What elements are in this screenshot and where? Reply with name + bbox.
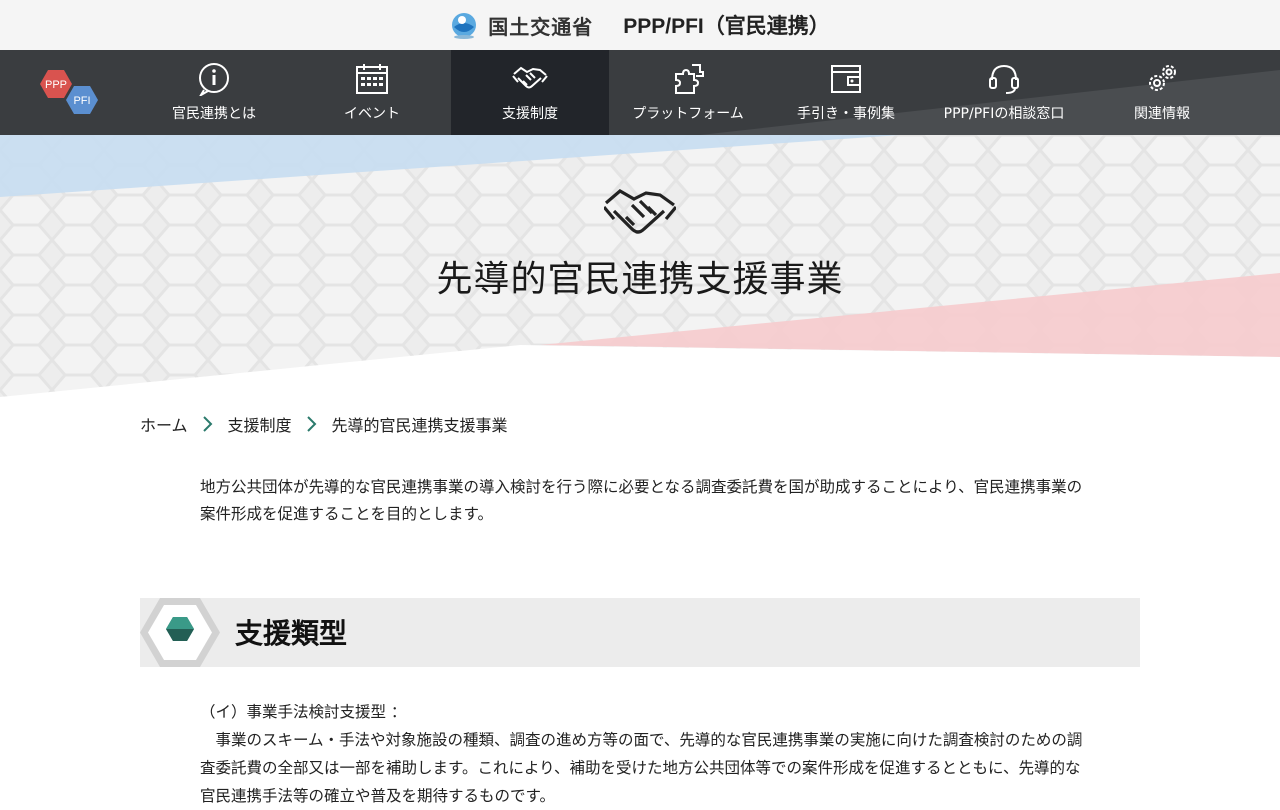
- ministry-brand[interactable]: 国土交通省 PPP/PFI（官民連携）: [450, 10, 830, 40]
- nav-label: 手引き・事例集: [797, 106, 895, 122]
- chevron-right-icon: [188, 413, 228, 435]
- chevron-right-icon: [292, 413, 332, 435]
- puzzle-icon: [675, 64, 704, 94]
- nav-item-support[interactable]: 支援制度: [451, 50, 609, 135]
- nav-label: PPP/PFIの相談窓口: [943, 106, 1065, 122]
- support-type-description: （イ）事業手法検討支援型 ： 事業のスキーム・手法や対象施設の種類、調査の進め方…: [200, 698, 1085, 810]
- support-type-body-text: 事業のスキーム・手法や対象施設の種類、調査の進め方等の面で、先導的な官民連携事業…: [200, 731, 1083, 805]
- headset-icon: [989, 64, 1019, 94]
- nav-item-guides[interactable]: 手引き・事例集: [767, 50, 925, 135]
- mlit-emblem-icon: [452, 13, 477, 39]
- nav-label: 支援制度: [502, 106, 558, 122]
- breadcrumb-current: 先導的官民連携支援事業: [331, 416, 508, 435]
- nav-label: 官民連携とは: [172, 106, 256, 122]
- handshake-icon: [512, 66, 548, 89]
- hexagon-badge-icon: [140, 598, 220, 667]
- breadcrumb-support[interactable]: 支援制度: [228, 412, 292, 436]
- nav-label: 関連情報: [1134, 106, 1190, 122]
- nav-label: イベント: [344, 106, 400, 122]
- ppp-pfi-logo[interactable]: PPP PFI: [38, 68, 106, 118]
- site-title: PPP/PFI（官民連携）: [623, 15, 830, 38]
- nav-label: プラットフォーム: [632, 106, 744, 122]
- wallet-icon: [831, 65, 861, 93]
- nav-item-platform[interactable]: プラットフォーム: [609, 50, 767, 135]
- top-bar: 国土交通省 PPP/PFI（官民連携）: [0, 0, 1280, 50]
- breadcrumb-home[interactable]: ホーム: [140, 412, 188, 436]
- ppp-pfi-logo-icon: PPP PFI: [40, 70, 98, 114]
- info-icon: [199, 63, 229, 96]
- nav-item-consultation[interactable]: PPP/PFIの相談窓口: [925, 50, 1083, 135]
- handshake-icon: [604, 189, 676, 234]
- nav-item-related[interactable]: 関連情報: [1083, 50, 1241, 135]
- logo-text-top: PPP: [45, 79, 67, 91]
- hero-banner: 先導的官民連携支援事業: [0, 135, 1280, 400]
- section-title: 支援類型: [235, 617, 348, 650]
- page-title: 先導的官民連携支援事業: [436, 259, 844, 300]
- intro-text: 地方公共団体が先導的な官民連携事業の導入検討を行う際に必要となる調査委託費を国が…: [200, 478, 1083, 523]
- ministry-name: 国土交通省: [488, 14, 594, 39]
- logo-text-bottom: PFI: [73, 95, 90, 107]
- nav-item-about[interactable]: 官民連携とは: [135, 50, 293, 135]
- calendar-icon: [356, 64, 388, 94]
- main-nav: PPP PFI 官民連携とは イベント 支援制度 プラットフォーム 手引き・事例…: [0, 50, 1280, 135]
- nav-item-events[interactable]: イベント: [293, 50, 451, 135]
- breadcrumb: ホーム 支援制度 先導的官民連携支援事業: [140, 412, 508, 436]
- gears-icon: [1149, 65, 1176, 91]
- section-heading: 支援類型: [140, 598, 1140, 667]
- support-type-heading: （イ）事業手法検討支援型 ：: [200, 703, 407, 721]
- support-type-body: 事業のスキーム・手法や対象施設の種類、調査の進め方等の面で、先導的な官民連携事業…: [200, 726, 1085, 810]
